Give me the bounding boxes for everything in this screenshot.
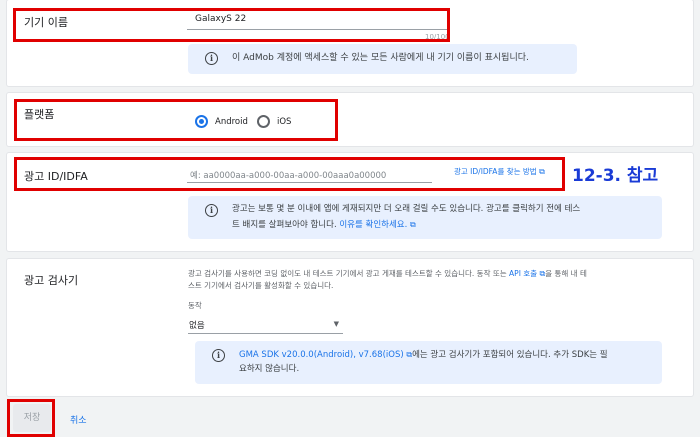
cancel-button[interactable]: 취소: [70, 413, 87, 426]
external-link-icon: ⧉: [539, 167, 545, 176]
behavior-select[interactable]: 없음 ▼: [188, 314, 343, 334]
device-name-card: 기기 이름 GalaxyS 22 10/100 i 이 AdMob 계정에 액세…: [7, 0, 693, 86]
radio-android[interactable]: [195, 115, 208, 128]
external-link-icon: ⧉: [410, 220, 416, 229]
inspector-card: 광고 검사기 광고 검사기를 사용하면 코딩 없이도 내 테스트 기기에서 광고…: [7, 259, 693, 396]
ad-id-info-line2: 트 배지를 살펴보아야 합니다. 이유를 확인하세요. ⧉: [232, 217, 416, 233]
ad-id-label: 광고 ID/IDFA: [24, 170, 88, 183]
radio-ios[interactable]: [257, 115, 270, 128]
inspector-desc-suffix: 을 통해 내 테: [545, 269, 587, 278]
chevron-down-icon: ▼: [333, 320, 339, 328]
ad-id-info-link[interactable]: 이유를 확인하세요.: [339, 220, 407, 230]
radio-android-label: Android: [215, 117, 248, 127]
device-name-info: i 이 AdMob 계정에 액세스할 수 있는 모든 사람에게 내 기기 이름이…: [188, 44, 577, 74]
ad-id-info-line1: 광고는 보통 몇 분 이내에 앱에 게재되지만 더 오래 걸릴 수도 있습니다.…: [232, 204, 581, 214]
ad-id-info-line2-text: 트 배지를 살펴보아야 합니다.: [232, 220, 340, 230]
inspector-desc-line1: 광고 검사기를 사용하면 코딩 없이도 내 테스트 기기에서 광고 게재를 테스…: [188, 268, 668, 280]
save-button[interactable]: 저장: [13, 404, 51, 432]
platform-label: 플랫폼: [24, 108, 55, 121]
api-call-link[interactable]: API 호출: [509, 269, 537, 278]
device-name-info-text: 이 AdMob 계정에 액세스할 수 있는 모든 사람에게 내 기기 이름이 표…: [232, 53, 529, 63]
ad-id-placeholder: 예: aa0000aa-a000-00aa-a000-00aaa0a00000: [190, 171, 387, 181]
info-icon: i: [205, 204, 218, 217]
sdk-info: i GMA SDK v20.0.0(Android), v7.68(iOS) ⧉…: [195, 341, 662, 384]
annotation-label: 12-3. 참고: [572, 166, 659, 186]
inspector-label: 광고 검사기: [24, 274, 79, 287]
ad-id-info: i 광고는 보통 몇 분 이내에 앱에 게재되지만 더 오래 걸릴 수도 있습니…: [188, 196, 662, 239]
behavior-label: 동작: [188, 301, 202, 310]
ad-id-help-link[interactable]: 광고 ID/IDFA를 찾는 방법 ⧉: [454, 166, 545, 178]
platform-card: 플랫폼 Android iOS: [7, 93, 693, 146]
info-icon: i: [205, 52, 218, 65]
inspector-desc-prefix: 광고 검사기를 사용하면 코딩 없이도 내 테스트 기기에서 광고 게재를 테스…: [188, 269, 510, 278]
device-name-label: 기기 이름: [24, 16, 68, 29]
sdk-info-line1: GMA SDK v20.0.0(Android), v7.68(iOS) ⧉에는…: [239, 347, 608, 363]
save-button-label: 저장: [23, 413, 41, 423]
ad-id-input[interactable]: 예: aa0000aa-a000-00aa-a000-00aaa0a00000: [187, 161, 432, 183]
inspector-description: 광고 검사기를 사용하면 코딩 없이도 내 테스트 기기에서 광고 게재를 테스…: [188, 268, 668, 292]
info-icon: i: [212, 349, 225, 362]
device-name-value: GalaxyS 22: [195, 14, 247, 24]
radio-ios-label: iOS: [277, 117, 292, 127]
sdk-info-suffix: 에는 광고 검사기가 포함되어 있습니다. 추가 SDK는 필: [412, 350, 608, 360]
device-name-counter: 10/100: [425, 33, 450, 41]
sdk-info-line2: 요하지 않습니다.: [239, 364, 300, 374]
behavior-value: 없음: [189, 321, 205, 331]
ad-id-help-link-text: 광고 ID/IDFA를 찾는 방법: [454, 167, 537, 176]
sdk-link[interactable]: GMA SDK v20.0.0(Android), v7.68(iOS): [239, 350, 404, 360]
device-name-field[interactable]: GalaxyS 22: [187, 8, 449, 30]
inspector-desc-line2: 스트 기기에서 검사기를 활성화할 수 있습니다.: [188, 281, 334, 290]
